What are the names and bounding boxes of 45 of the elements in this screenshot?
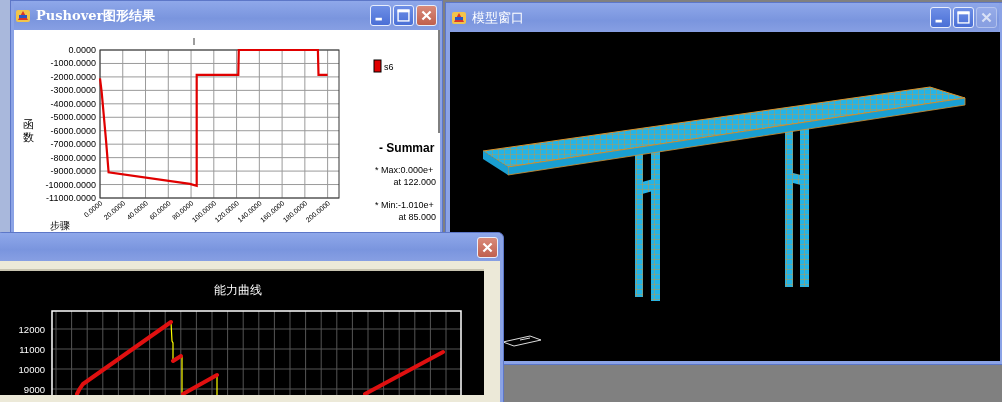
close-button[interactable] xyxy=(477,236,498,258)
tick-label: -1000.0000 xyxy=(50,58,96,69)
tick-label: -7000.0000 xyxy=(50,139,96,150)
close-icon xyxy=(482,241,493,253)
maximize-button[interactable] xyxy=(953,7,974,28)
tick-label: -8000.0000 xyxy=(50,152,96,163)
maximize-icon xyxy=(397,9,410,22)
maximize-icon xyxy=(957,11,970,24)
tick-label: 9000 xyxy=(23,383,45,395)
summary-text: at 122.000 xyxy=(393,177,436,187)
tick-label: -11000.0000 xyxy=(46,193,96,203)
legend-swatch xyxy=(373,59,382,73)
summary-heading: - Summar xyxy=(379,141,435,155)
axis-label: 函数 xyxy=(22,118,34,143)
tick-label: -6000.0000 xyxy=(50,125,96,136)
window-title: Pushover图形结果 xyxy=(36,6,156,25)
close-icon xyxy=(981,12,992,23)
chart-title: l xyxy=(193,37,195,47)
tick-label: 10000 xyxy=(18,363,45,375)
chart-title: 能力曲线 xyxy=(214,283,262,297)
minimize-button[interactable] xyxy=(370,5,391,26)
tick-label: -5000.0000 xyxy=(50,112,96,123)
legend-label: s6 xyxy=(384,62,394,72)
summary-text: * Max:0.000e+ xyxy=(375,165,434,175)
tick-label: -4000.0000 xyxy=(50,98,96,109)
minimize-button[interactable] xyxy=(930,7,951,28)
tick-label: -10000.0000 xyxy=(45,179,96,190)
axis-label: 步骤 xyxy=(50,220,70,231)
tick-label: -9000.0000 xyxy=(50,166,96,177)
tick-label: -3000.0000 xyxy=(50,85,96,96)
tick-label: 11000 xyxy=(19,343,45,355)
minimize-icon xyxy=(935,19,942,23)
close-icon xyxy=(421,10,432,21)
minimize-icon xyxy=(375,17,382,21)
summary-text: at 85.000 xyxy=(398,212,436,222)
app-icon xyxy=(15,7,31,24)
axis-triad-icon xyxy=(502,335,542,347)
tick-label: -2000.0000 xyxy=(50,71,96,82)
window-title: 模型窗口 xyxy=(472,8,524,27)
summary-text: * Min:-1.010e+ xyxy=(375,200,434,210)
close-button[interactable] xyxy=(416,5,437,26)
maximize-button[interactable] xyxy=(393,5,414,26)
tick-label: 0.0000 xyxy=(68,45,96,55)
tick-label: 12000 xyxy=(18,323,45,335)
app-icon xyxy=(451,9,467,26)
